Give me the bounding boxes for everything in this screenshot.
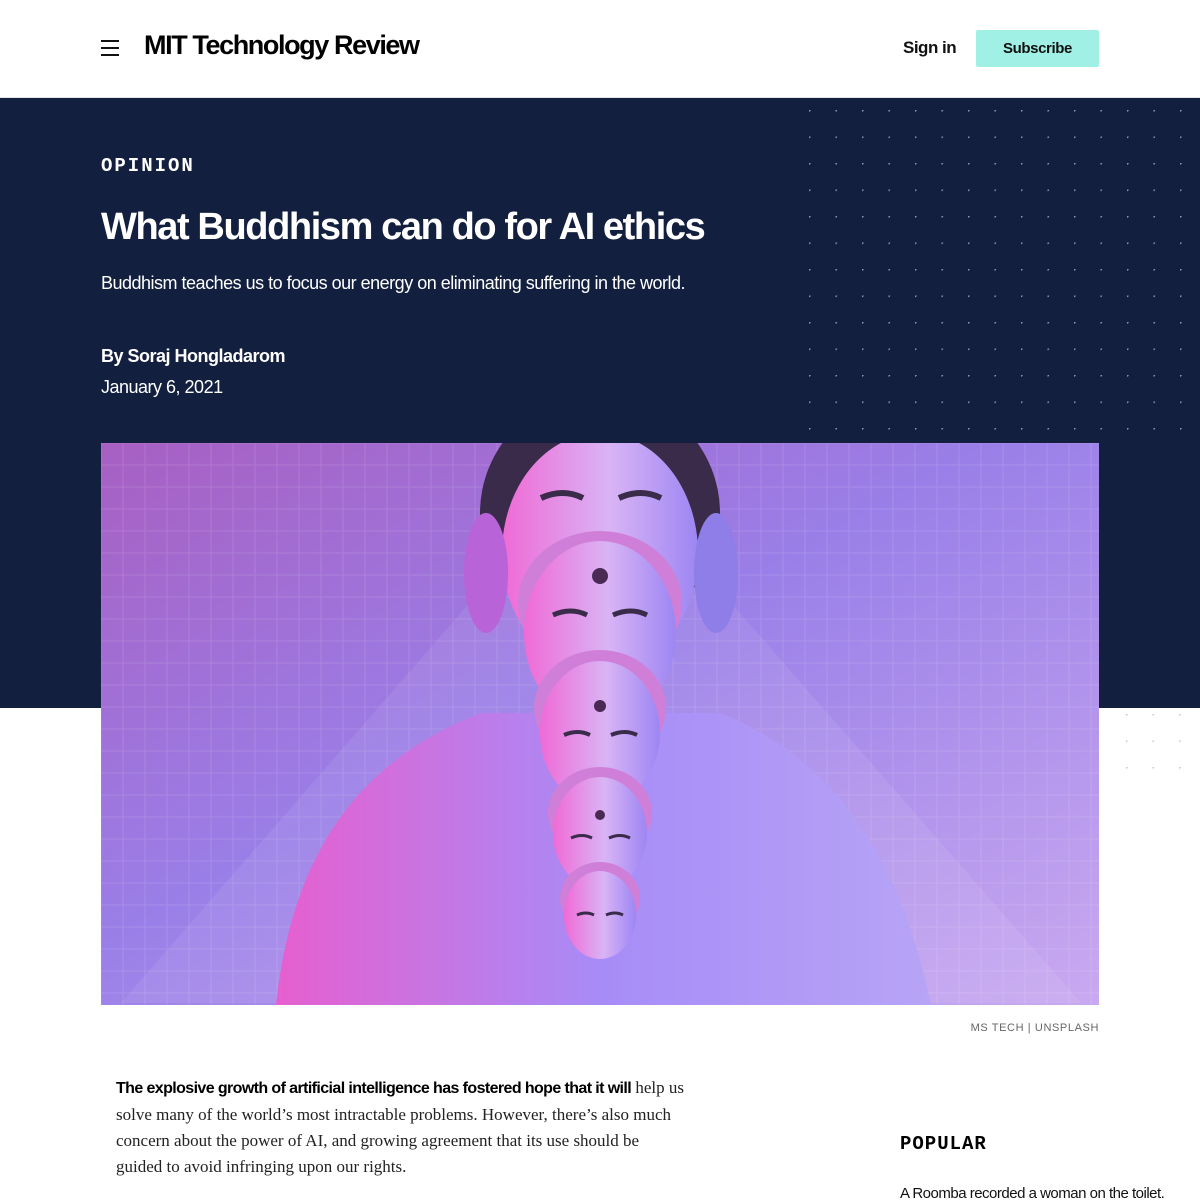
subscribe-button[interactable]: Subscribe <box>976 30 1099 67</box>
article-date: January 6, 2021 <box>101 377 223 397</box>
article-paragraph: The explosive growth of artificial intel… <box>116 1075 686 1180</box>
site-header: MIT Technology Review Sign in Subscribe <box>0 0 1200 98</box>
site-logo[interactable]: MIT Technology Review <box>144 30 420 61</box>
popular-story-link[interactable]: A Roomba recorded a woman on the toilet. <box>900 1185 1165 1202</box>
image-credit: MS TECH | UNSPLASH <box>970 1022 1099 1034</box>
dot-pattern-decoration <box>800 98 1200 438</box>
lead-image <box>101 443 1099 1005</box>
dot-pattern-decoration-lower <box>1110 700 1200 780</box>
popular-heading: POPULAR <box>900 1133 987 1155</box>
sign-in-link[interactable]: Sign in <box>903 38 957 58</box>
article-byline[interactable]: By Soraj Hongladarom <box>101 346 286 367</box>
article-body: The explosive growth of artificial intel… <box>116 1075 686 1180</box>
article-subtitle: Buddhism teaches us to focus our energy … <box>101 273 686 293</box>
hamburger-menu-icon[interactable] <box>101 40 119 56</box>
article-lead-in: The explosive growth of artificial intel… <box>116 1080 632 1097</box>
article-category[interactable]: OPINION <box>101 155 195 177</box>
article-title: What Buddhism can do for AI ethics <box>101 206 706 248</box>
